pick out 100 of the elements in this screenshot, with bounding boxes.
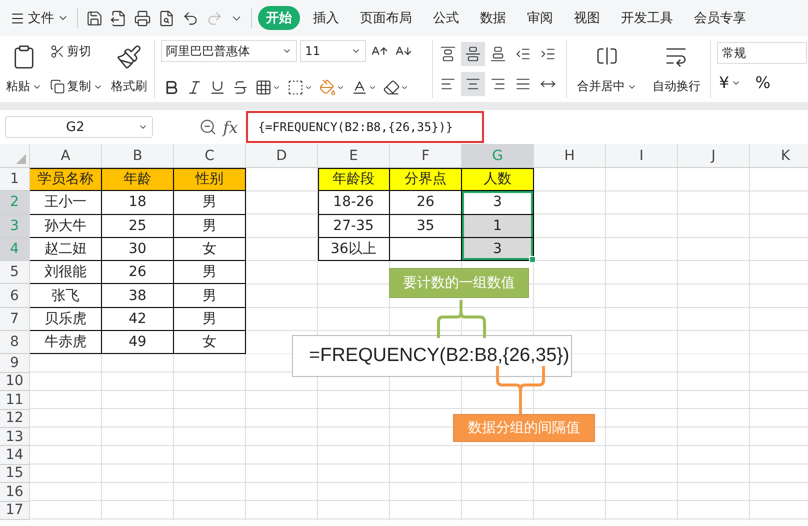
align-top-icon [440, 46, 456, 62]
header-cell: 学员名称 [30, 168, 102, 192]
table-cell: 男 [174, 308, 246, 332]
paste-menu-button[interactable]: 粘贴 [4, 77, 44, 96]
align-middle-icon [465, 46, 481, 62]
copy-icon [50, 79, 65, 94]
row-header[interactable]: 14 [0, 446, 30, 465]
table-cell: 38 [102, 284, 174, 308]
formula-field[interactable]: {=FREQUENCY(B2:B8,{26,35})} [246, 111, 484, 143]
column-header[interactable]: I [606, 144, 678, 168]
ribbon-tab[interactable]: 数据 [472, 6, 514, 30]
caret-icon [400, 83, 409, 92]
row-header[interactable]: 12 [0, 410, 30, 428]
printer-icon [134, 10, 151, 26]
table-cell: 30 [102, 238, 174, 262]
ribbon-tab[interactable]: 插入 [305, 6, 347, 30]
fill-handle[interactable] [529, 256, 536, 264]
table-cell: 26 [102, 261, 174, 284]
italic-icon [186, 79, 203, 96]
table-cell: 36以上 [318, 238, 390, 262]
header-cell: 人数 [462, 168, 534, 192]
alignment-button[interactable] [461, 42, 485, 66]
callout-label: 要计数的一组数值 [389, 268, 529, 298]
column-header[interactable]: H [534, 144, 606, 168]
scissors-icon [50, 44, 65, 59]
currency-button[interactable]: ¥ [717, 72, 744, 93]
function-label[interactable]: fx [223, 118, 238, 136]
alignment-button[interactable] [461, 72, 485, 96]
table-cell: 男 [174, 261, 246, 284]
copy-button[interactable]: 复制 [48, 77, 105, 96]
column-header[interactable]: E [318, 144, 390, 168]
ribbon-tab[interactable]: 页面布局 [352, 6, 420, 30]
row-header[interactable]: 8 [0, 331, 30, 354]
column-header[interactable]: J [678, 144, 750, 168]
row-header[interactable]: 1 [0, 168, 30, 192]
table-cell: 42 [102, 308, 174, 332]
ribbon-tab[interactable]: 审阅 [519, 6, 561, 30]
row-header[interactable]: 5 [0, 261, 30, 284]
table-cell: 35 [390, 214, 462, 238]
row-header[interactable]: 15 [0, 464, 30, 484]
cut-button[interactable]: 剪切 [48, 42, 93, 61]
table-cell: 49 [102, 331, 174, 354]
table-cell: 女 [174, 331, 246, 354]
caret-icon [272, 83, 281, 92]
file-search-icon [158, 10, 175, 26]
save-icon [86, 10, 103, 26]
header-cell: 年龄段 [318, 168, 390, 192]
table-cell: 男 [174, 191, 246, 215]
dashed-square-icon [287, 79, 304, 96]
column-header[interactable]: K [750, 144, 808, 168]
font-color-icon [351, 79, 368, 96]
column-header[interactable]: B [102, 144, 174, 168]
table-cell: 26 [390, 191, 462, 215]
file-arrow-icon [110, 10, 127, 26]
format-painter-label[interactable]: 格式刷 [109, 77, 149, 96]
name-box[interactable]: G2 [5, 116, 153, 138]
table-cell: 王小一 [30, 191, 102, 215]
table-cell: 赵二妞 [30, 238, 102, 262]
percent-button[interactable]: % [753, 72, 772, 93]
file-menu[interactable]: 文件 [8, 9, 71, 27]
row-header[interactable]: 9 [0, 354, 30, 373]
table-cell: 18-26 [318, 191, 390, 215]
row-header[interactable]: 10 [0, 372, 30, 392]
row-header[interactable]: 6 [0, 284, 30, 308]
number-format-dropdown[interactable]: 常规 [717, 42, 807, 64]
zoom-out-icon[interactable] [199, 118, 217, 136]
font-name-dropdown[interactable]: 阿里巴巴普惠体 [161, 40, 297, 62]
row-header[interactable]: 16 [0, 483, 30, 502]
row-header[interactable]: 11 [0, 391, 30, 410]
align-bottom-icon [490, 46, 506, 62]
ribbon-tab[interactable]: 会员专享 [686, 6, 754, 30]
font-size-dropdown[interactable]: 11 [300, 40, 366, 62]
align-center-icon [465, 76, 481, 92]
row-header[interactable]: 13 [0, 428, 30, 446]
column-header[interactable]: D [246, 144, 318, 168]
table-cell: 孙大牛 [30, 214, 102, 238]
wrap-text-button[interactable]: 自动换行 [650, 77, 702, 96]
row-header[interactable]: 7 [0, 308, 30, 332]
row-header[interactable]: 17 [0, 502, 30, 520]
merge-center-button[interactable]: 合并居中 [574, 77, 639, 96]
outdent-icon [515, 46, 531, 62]
brace-drawing [496, 366, 545, 414]
ribbon-tab[interactable]: 开发工具 [613, 6, 681, 30]
paintbrush-icon [116, 44, 142, 70]
ribbon-tab[interactable]: 公式 [425, 6, 467, 30]
column-header[interactable]: A [30, 144, 102, 168]
ribbon-tab[interactable]: 视图 [566, 6, 608, 30]
table-cell: 1 [462, 214, 534, 238]
strikethrough-icon [232, 79, 249, 96]
paint-bucket-icon [319, 79, 336, 96]
table-cell: 女 [174, 238, 246, 262]
table-cell: 3 [462, 238, 534, 262]
table-cell: 张飞 [30, 284, 102, 308]
eraser-icon [383, 79, 400, 96]
table-cell: 贝乐虎 [30, 308, 102, 332]
column-header[interactable]: C [174, 144, 246, 168]
callout-label: 数据分组的间隔值 [453, 414, 595, 442]
column-header[interactable]: F [390, 144, 462, 168]
underline-icon [209, 79, 226, 96]
header-cell: 年龄 [102, 168, 174, 192]
